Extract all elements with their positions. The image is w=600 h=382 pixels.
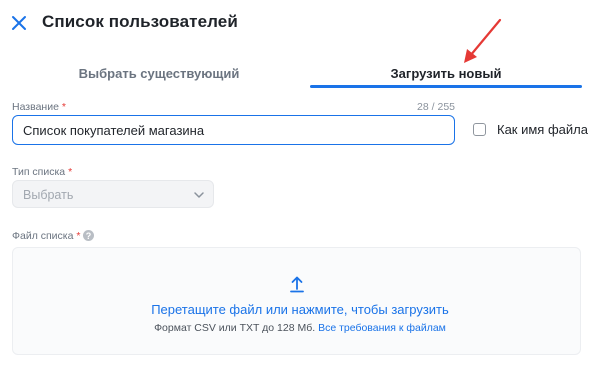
list-type-select-value: Выбрать — [23, 188, 74, 202]
file-format-text: Формат CSV или TXT до 128 Мб. — [154, 322, 316, 334]
file-dropzone[interactable] — [12, 247, 581, 355]
help-icon[interactable]: ? — [83, 230, 94, 241]
upload-icon — [290, 276, 304, 293]
file-requirements-link[interactable]: Все требования к файлам — [318, 322, 446, 334]
file-label-text: Файл списка — [12, 230, 74, 242]
header: Список пользователей — [0, 0, 600, 50]
as-filename-checkbox[interactable] — [473, 123, 486, 136]
as-filename-label[interactable]: Как имя файла — [497, 122, 588, 137]
list-type-label-text: Тип списка — [12, 166, 66, 178]
tabs: Выбрать существующий Загрузить новый — [0, 56, 600, 90]
required-mark: * — [61, 101, 66, 113]
name-input[interactable] — [12, 115, 455, 145]
tab-select-existing[interactable]: Выбрать существующий — [12, 56, 306, 90]
chevron-down-icon — [194, 192, 204, 198]
close-icon[interactable] — [8, 12, 30, 34]
name-field-label: Название * — [12, 101, 66, 113]
list-type-field-label: Тип списка * — [12, 166, 72, 178]
dropzone-format-info: Формат CSV или TXT до 128 Мб. Все требов… — [0, 322, 600, 334]
list-type-select[interactable]: Выбрать — [12, 180, 214, 208]
name-char-counter: 28 / 255 — [417, 101, 455, 113]
name-label-text: Название — [12, 101, 59, 113]
required-mark: * — [76, 230, 81, 242]
dropzone-instructions[interactable]: Перетащите файл или нажмите, чтобы загру… — [0, 302, 600, 317]
active-tab-indicator — [310, 85, 582, 88]
required-mark: * — [68, 166, 73, 178]
file-field-label: Файл списка * — [12, 230, 80, 242]
page-title: Список пользователей — [42, 12, 238, 31]
